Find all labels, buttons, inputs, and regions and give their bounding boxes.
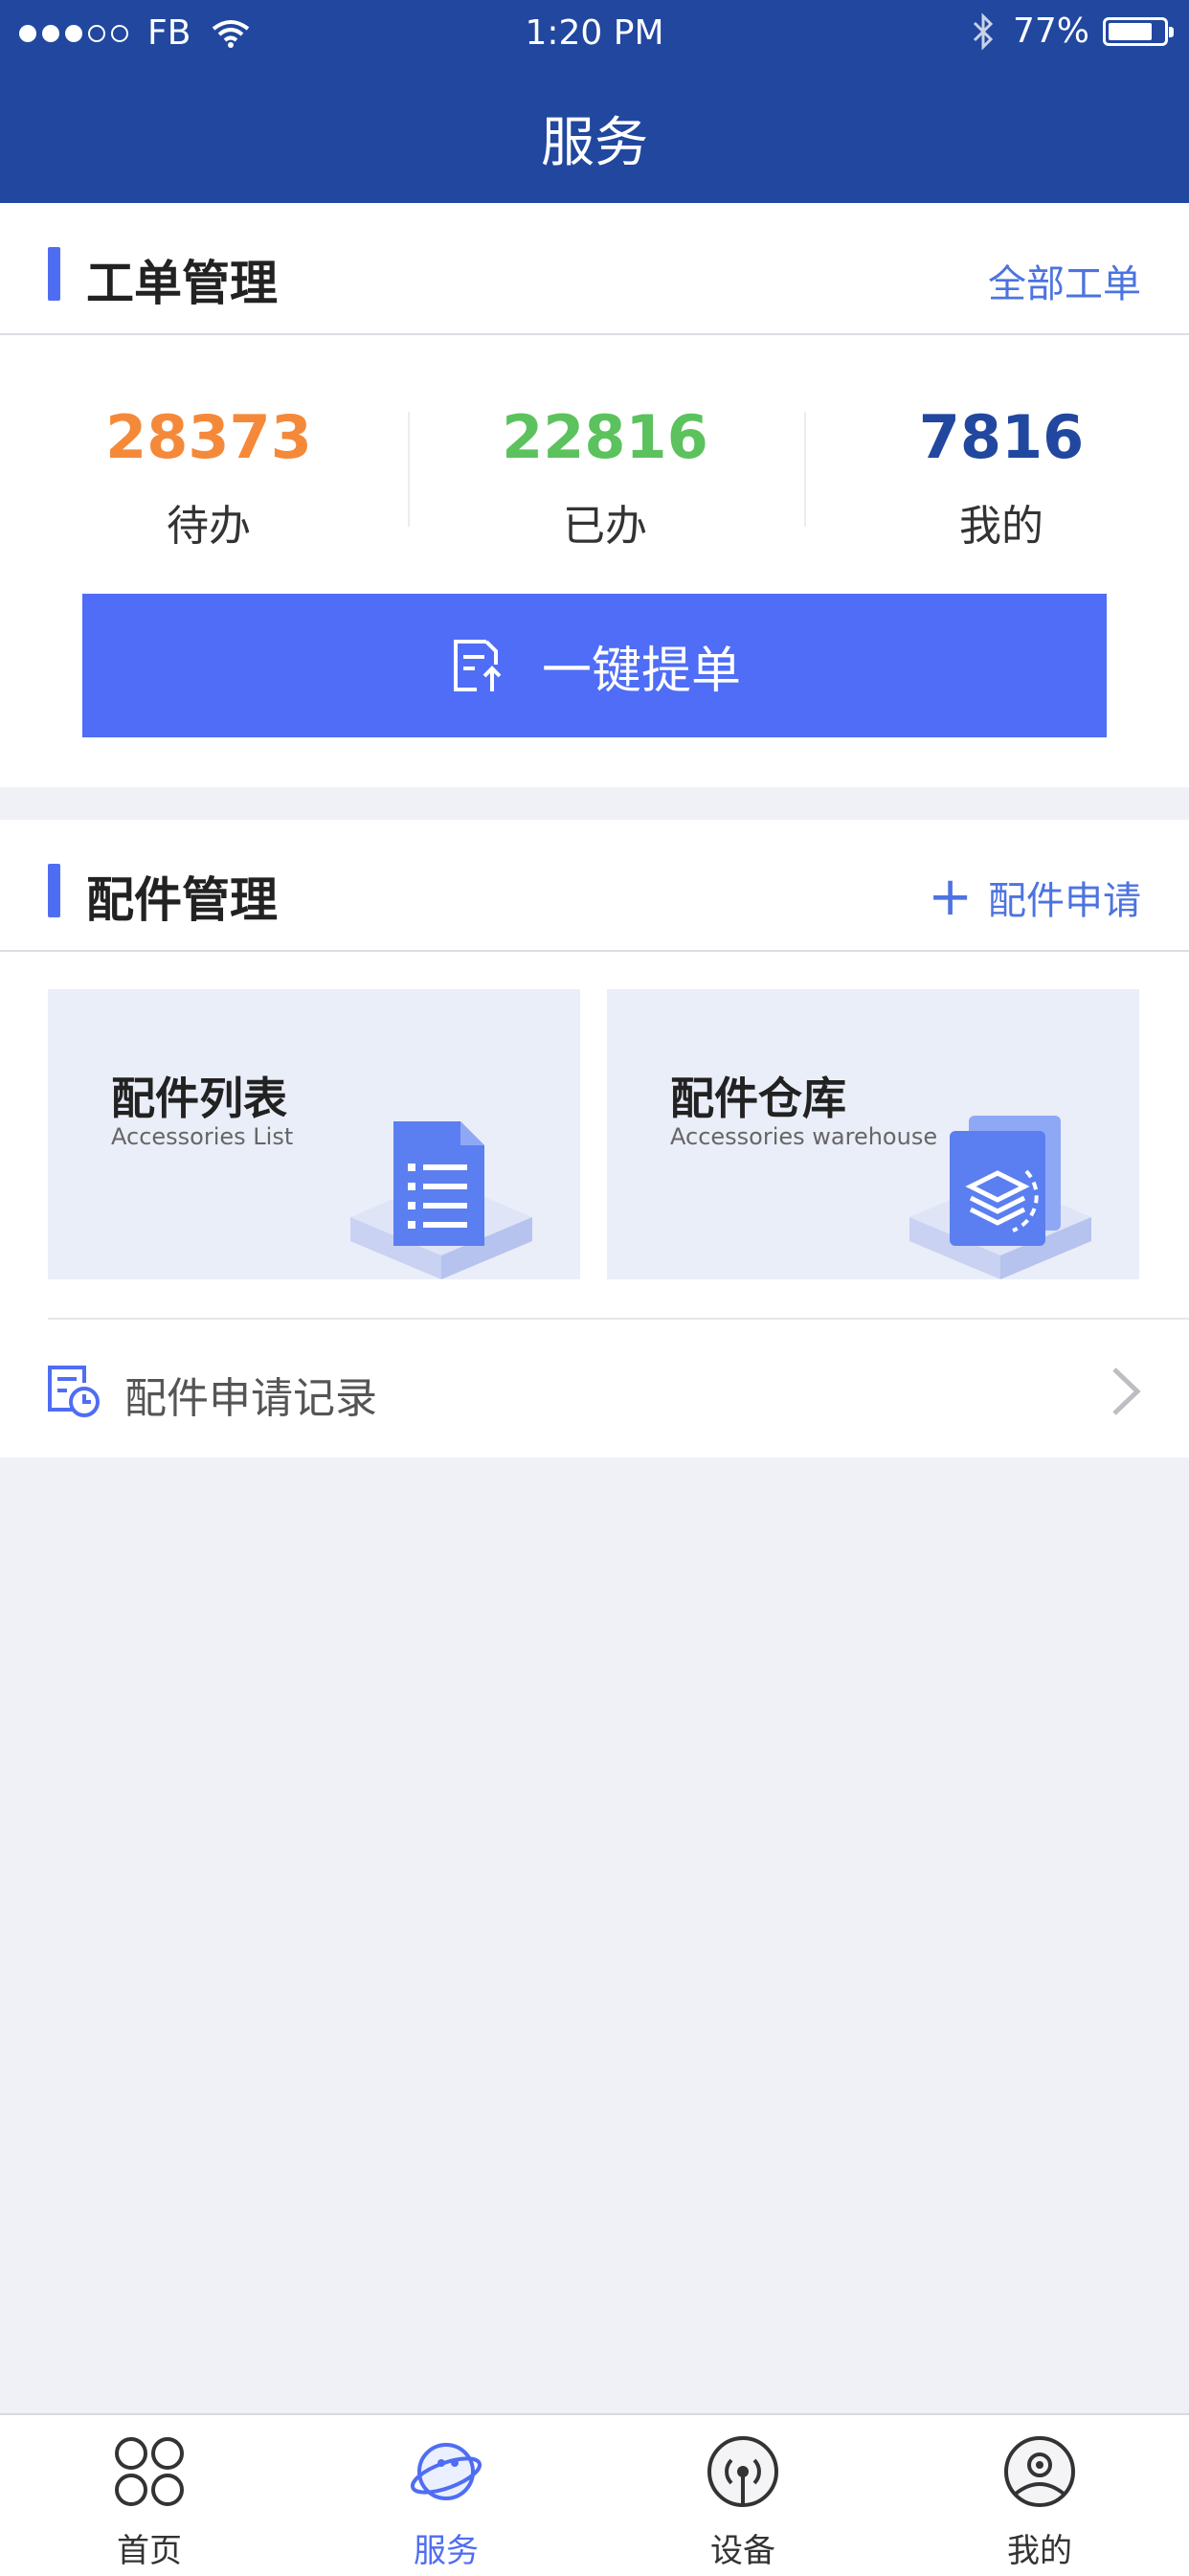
battery-percent: 77% (1012, 11, 1089, 51)
tile-parts-list[interactable]: 配件列表 Accessories List (48, 989, 580, 1279)
bluetooth-icon (973, 11, 994, 51)
status-bar: FB 1:20 PM 77% (0, 0, 1189, 67)
submit-document-icon (453, 640, 502, 691)
app-header: FB 1:20 PM 77% 服务 (0, 0, 1189, 203)
parts-record-label: 配件申请记录 (124, 1374, 377, 1423)
tile-title: 配件列表 (111, 1073, 287, 1124)
battery-icon (1103, 16, 1174, 46)
tab-label: 服务 (414, 2532, 479, 2570)
stat-label: 已办 (563, 502, 647, 551)
all-work-orders-link[interactable]: 全部工单 (988, 253, 1141, 308)
parts-tiles: 配件列表 Accessories List 配件仓库 Accessories w… (48, 989, 1139, 1279)
section-accent-bar (48, 864, 60, 917)
stat-done[interactable]: 22816 已办 (407, 402, 803, 553)
profile-icon (1004, 2436, 1075, 2507)
stat-label: 我的 (959, 502, 1043, 551)
tab-service[interactable]: 服务 (298, 2415, 594, 2576)
bottom-tab-bar: 首页 服务 设备 我的 (0, 2413, 1189, 2576)
quick-submit-label: 一键提单 (541, 642, 741, 700)
device-signal-icon (707, 2436, 778, 2507)
tile-parts-warehouse[interactable]: 配件仓库 Accessories warehouse (607, 989, 1139, 1279)
parts-apply-label: 配件申请 (988, 879, 1141, 923)
record-history-icon (48, 1366, 100, 1417)
service-planet-icon (410, 2443, 482, 2500)
tab-label: 首页 (117, 2532, 182, 2570)
stat-label: 待办 (167, 502, 251, 551)
tile-title: 配件仓库 (670, 1073, 846, 1124)
work-order-header: 工单管理 全部工单 (0, 203, 1189, 335)
stat-pending[interactable]: 28373 待办 (11, 402, 407, 553)
section-accent-bar (48, 247, 60, 301)
tab-label: 设备 (710, 2532, 775, 2570)
quick-submit-button[interactable]: 一键提单 (82, 594, 1107, 737)
stat-mine[interactable]: 7816 我的 (803, 402, 1189, 553)
warehouse-layers-icon (909, 1116, 1091, 1279)
home-grid-icon (115, 2437, 184, 2506)
document-list-icon (350, 1121, 532, 1279)
parts-apply-link[interactable]: + 配件申请 (928, 870, 1141, 925)
parts-record-row[interactable]: 配件申请记录 (0, 1318, 1189, 1459)
tab-home[interactable]: 首页 (1, 2415, 298, 2576)
work-order-title: 工单管理 (86, 256, 278, 311)
plus-icon: + (928, 866, 973, 928)
tab-label: 我的 (1007, 2532, 1072, 2570)
stat-value: 22816 (502, 402, 708, 472)
parts-title: 配件管理 (86, 872, 278, 928)
tab-device[interactable]: 设备 (594, 2415, 891, 2576)
tile-subtitle: Accessories List (111, 1123, 294, 1150)
parts-header: 配件管理 + 配件申请 (0, 820, 1189, 952)
status-right: 77% (971, 11, 1174, 51)
work-order-stats: 28373 待办 22816 已办 7816 我的 (0, 335, 1189, 580)
battery-fill (1109, 22, 1152, 40)
chevron-right-icon (1112, 1367, 1141, 1415)
stat-value: 7816 (918, 402, 1085, 472)
tab-profile[interactable]: 我的 (891, 2415, 1188, 2576)
stat-value: 28373 (105, 402, 312, 472)
battery-tip (1169, 26, 1174, 37)
page-title: 服务 (541, 112, 648, 174)
